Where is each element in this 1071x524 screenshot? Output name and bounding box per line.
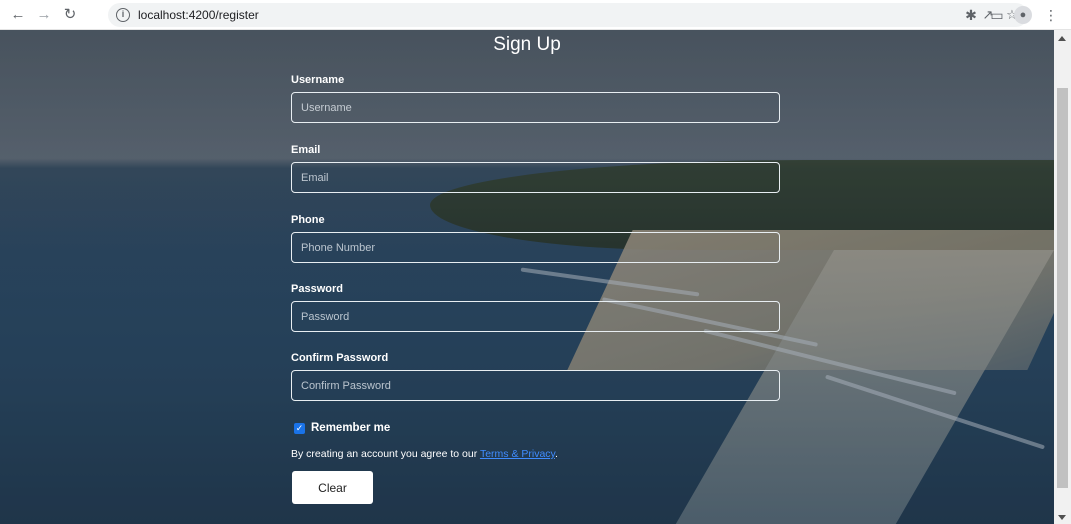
- terms-suffix: .: [555, 448, 558, 460]
- menu-icon[interactable]: ⋮: [1042, 6, 1060, 24]
- side-panel-icon[interactable]: ▭: [988, 6, 1006, 24]
- password-input[interactable]: [291, 301, 780, 332]
- url-text[interactable]: localhost:4200/register: [138, 8, 259, 22]
- phone-label: Phone: [291, 214, 325, 226]
- scroll-down-icon[interactable]: [1058, 515, 1066, 520]
- password-label: Password: [291, 283, 343, 295]
- page-scrollbar[interactable]: [1054, 30, 1071, 524]
- page-viewport: Sign Up Username Email Phone Password Co…: [0, 30, 1054, 524]
- back-icon[interactable]: ←: [8, 5, 28, 25]
- email-input[interactable]: [291, 162, 780, 193]
- browser-toolbar: ← → ↻ i localhost:4200/register ↗ ☆ ✱ ▭ …: [0, 0, 1071, 30]
- remember-label[interactable]: Remember me: [311, 422, 390, 434]
- page-title: Sign Up: [493, 34, 561, 55]
- forward-icon[interactable]: →: [34, 5, 54, 25]
- extensions-icon[interactable]: ✱: [962, 6, 980, 24]
- username-label: Username: [291, 74, 345, 86]
- info-icon[interactable]: i: [116, 8, 130, 22]
- terms-prefix: By creating an account you agree to our: [291, 448, 480, 460]
- scroll-up-icon[interactable]: [1058, 36, 1066, 41]
- reload-icon[interactable]: ↻: [60, 5, 80, 25]
- username-input[interactable]: [291, 92, 780, 123]
- terms-text: By creating an account you agree to our …: [291, 448, 558, 460]
- address-bar[interactable]: i localhost:4200/register ↗ ☆: [108, 3, 1028, 27]
- profile-icon[interactable]: ●: [1014, 6, 1032, 24]
- confirm-password-input[interactable]: [291, 370, 780, 401]
- email-label: Email: [291, 144, 321, 156]
- remember-checkbox[interactable]: ✓: [294, 422, 305, 434]
- clear-button[interactable]: Clear: [292, 471, 373, 504]
- scroll-thumb[interactable]: [1057, 88, 1068, 488]
- remember-me[interactable]: ✓ Remember me: [294, 422, 390, 434]
- phone-input[interactable]: [291, 232, 780, 263]
- terms-link[interactable]: Terms & Privacy: [480, 448, 555, 460]
- confirm-password-label: Confirm Password: [291, 352, 389, 364]
